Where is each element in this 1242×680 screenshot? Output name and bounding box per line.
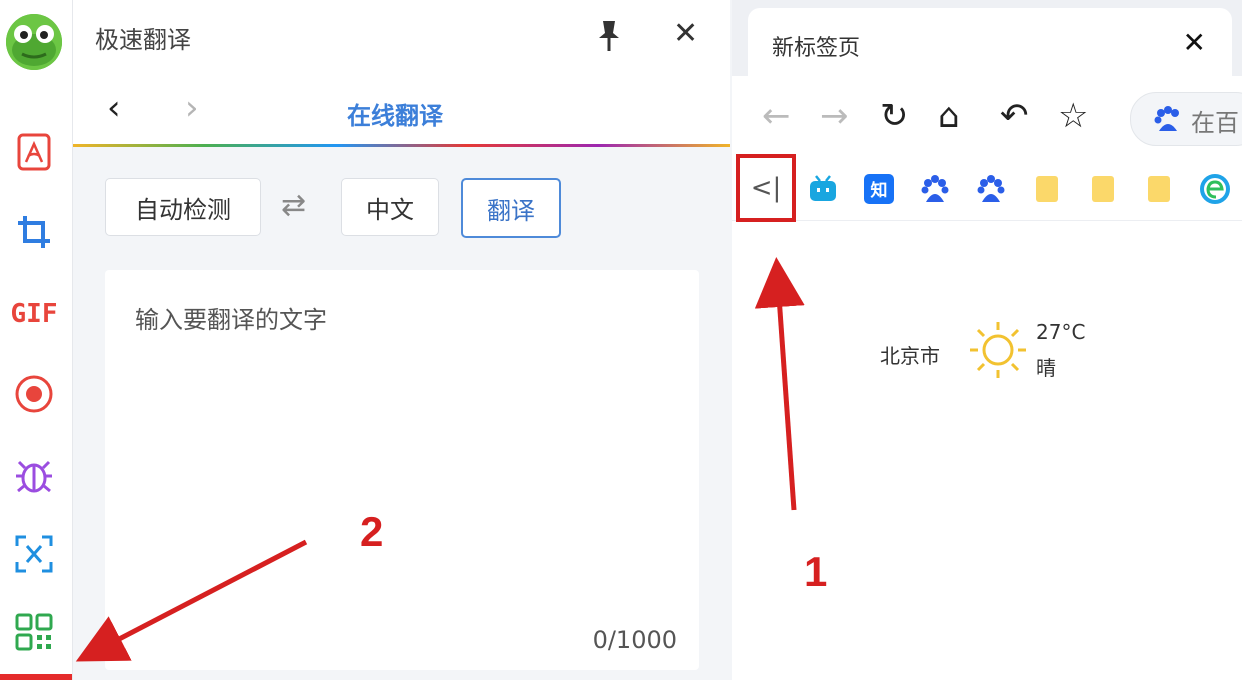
sidebar-collapse-button[interactable]: <| <box>736 154 796 222</box>
pin-icon[interactable] <box>595 18 623 54</box>
nav-title: 在线翻译 <box>347 102 443 130</box>
back-arrow-icon[interactable]: ← <box>762 96 791 136</box>
text-scan-icon[interactable] <box>12 532 56 576</box>
browser-toolbar: ← → ↻ ⌂ ↶ ☆ 在百 <box>732 76 1242 156</box>
star-icon[interactable]: ☆ <box>1058 96 1088 136</box>
back-icon[interactable]: ‹ <box>107 88 121 128</box>
tab-title: 新标签页 <box>772 36 861 61</box>
tab-close-icon[interactable]: ✕ <box>1183 26 1206 59</box>
folder-icon[interactable] <box>1034 174 1064 204</box>
panel-title: 极速翻译 <box>95 26 191 54</box>
undo-close-icon[interactable]: ↶ <box>1000 96 1029 136</box>
baidu-bookmark-icon[interactable] <box>976 174 1006 204</box>
tab-strip: 新标签页 ✕ <box>732 0 1242 76</box>
weather-temperature: 27°C <box>1036 320 1086 344</box>
record-icon[interactable] <box>12 372 56 416</box>
source-language-select[interactable]: 自动检测 <box>105 178 261 236</box>
target-language-select[interactable]: 中文 <box>341 178 439 236</box>
svg-text:知: 知 <box>870 180 888 201</box>
input-placeholder: 输入要翻译的文字 <box>135 306 327 334</box>
address-bar[interactable]: 在百 <box>1130 92 1242 146</box>
swap-languages-icon[interactable]: ⇄ <box>281 188 306 223</box>
translate-panel: 极速翻译 ✕ ‹ › 在线翻译 自动检测 ⇄ 中文 翻译 输入要翻译的文字 0/… <box>73 0 730 680</box>
weather-city: 北京市 <box>880 344 940 368</box>
frog-avatar[interactable] <box>6 14 62 70</box>
annotation-label-2: 2 <box>360 508 384 555</box>
forward-icon[interactable]: › <box>185 88 199 128</box>
pdf-icon[interactable] <box>12 130 56 174</box>
active-tool-indicator <box>0 674 72 680</box>
gif-tool[interactable]: GIF <box>10 292 58 336</box>
bug-icon[interactable] <box>12 452 56 496</box>
folder-icon[interactable] <box>1090 174 1120 204</box>
address-text: 在百 <box>1191 109 1239 137</box>
translate-button[interactable]: 翻译 <box>461 178 561 238</box>
qr-icon[interactable] <box>12 610 56 654</box>
close-icon[interactable]: ✕ <box>673 16 698 52</box>
baidu-icon <box>1154 106 1179 131</box>
tab-new-tab[interactable]: 新标签页 ✕ <box>748 8 1232 76</box>
panel-title-bar: 极速翻译 ✕ <box>73 0 730 74</box>
char-counter: 0/1000 <box>592 626 677 654</box>
edge-browser-icon[interactable] <box>1200 174 1230 204</box>
source-text-input[interactable]: 输入要翻译的文字 0/1000 <box>105 270 699 670</box>
forward-arrow-icon[interactable]: → <box>820 96 849 136</box>
baidu-bookmark-icon[interactable] <box>920 174 950 204</box>
folder-icon[interactable] <box>1146 174 1176 204</box>
sun-icon <box>966 318 1030 382</box>
weather-condition: 晴 <box>1036 356 1056 380</box>
tool-sidebar: GIF <box>0 0 73 680</box>
zhihu-icon[interactable]: 知 <box>864 174 894 204</box>
panel-nav-bar: ‹ › 在线翻译 <box>73 74 730 146</box>
annotation-label-1: 1 <box>804 548 828 595</box>
gif-label: GIF <box>10 299 58 329</box>
refresh-icon[interactable]: ↻ <box>880 96 909 136</box>
bookmarks-bar: 知 <box>732 156 1242 221</box>
crop-icon[interactable] <box>12 210 56 254</box>
divider <box>73 144 730 147</box>
home-icon[interactable]: ⌂ <box>938 96 960 136</box>
bilibili-icon[interactable] <box>808 174 838 204</box>
